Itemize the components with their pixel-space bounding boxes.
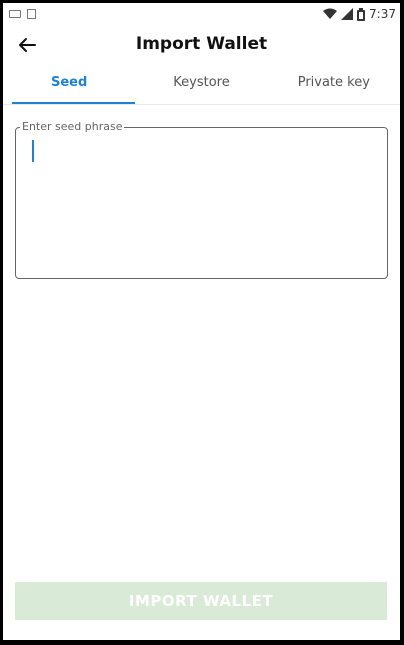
status-time: 7:37 <box>369 7 396 21</box>
tab-label: Seed <box>51 75 88 90</box>
status-left-icons <box>9 9 36 19</box>
sd-card-icon <box>27 9 36 19</box>
tab-bar: Seed Keystore Private key <box>3 63 400 105</box>
status-bar: 7:37 <box>3 3 400 27</box>
app-bar: Import Wallet <box>3 27 400 63</box>
page-title: Import Wallet <box>135 34 268 54</box>
tab-seed[interactable]: Seed <box>3 63 136 104</box>
tab-label: Private key <box>297 75 370 90</box>
seed-phrase-input[interactable] <box>24 136 379 270</box>
seed-phrase-label: Enter seed phrase <box>20 120 125 133</box>
tab-keystore[interactable]: Keystore <box>135 63 267 104</box>
tab-label: Keystore <box>173 75 230 90</box>
wifi-icon <box>323 8 338 19</box>
keyboard-icon <box>9 10 21 18</box>
battery-icon <box>357 7 366 21</box>
tab-private-key[interactable]: Private key <box>268 63 400 104</box>
seed-phrase-field[interactable]: Enter seed phrase <box>15 120 388 279</box>
signal-icon <box>341 8 354 20</box>
status-right-icons: 7:37 <box>323 7 396 21</box>
tab-indicator <box>12 102 136 104</box>
import-wallet-button[interactable]: IMPORT WALLET <box>15 582 387 620</box>
phone-screen: 7:37 Import Wallet Seed Keystore Private… <box>3 3 400 640</box>
